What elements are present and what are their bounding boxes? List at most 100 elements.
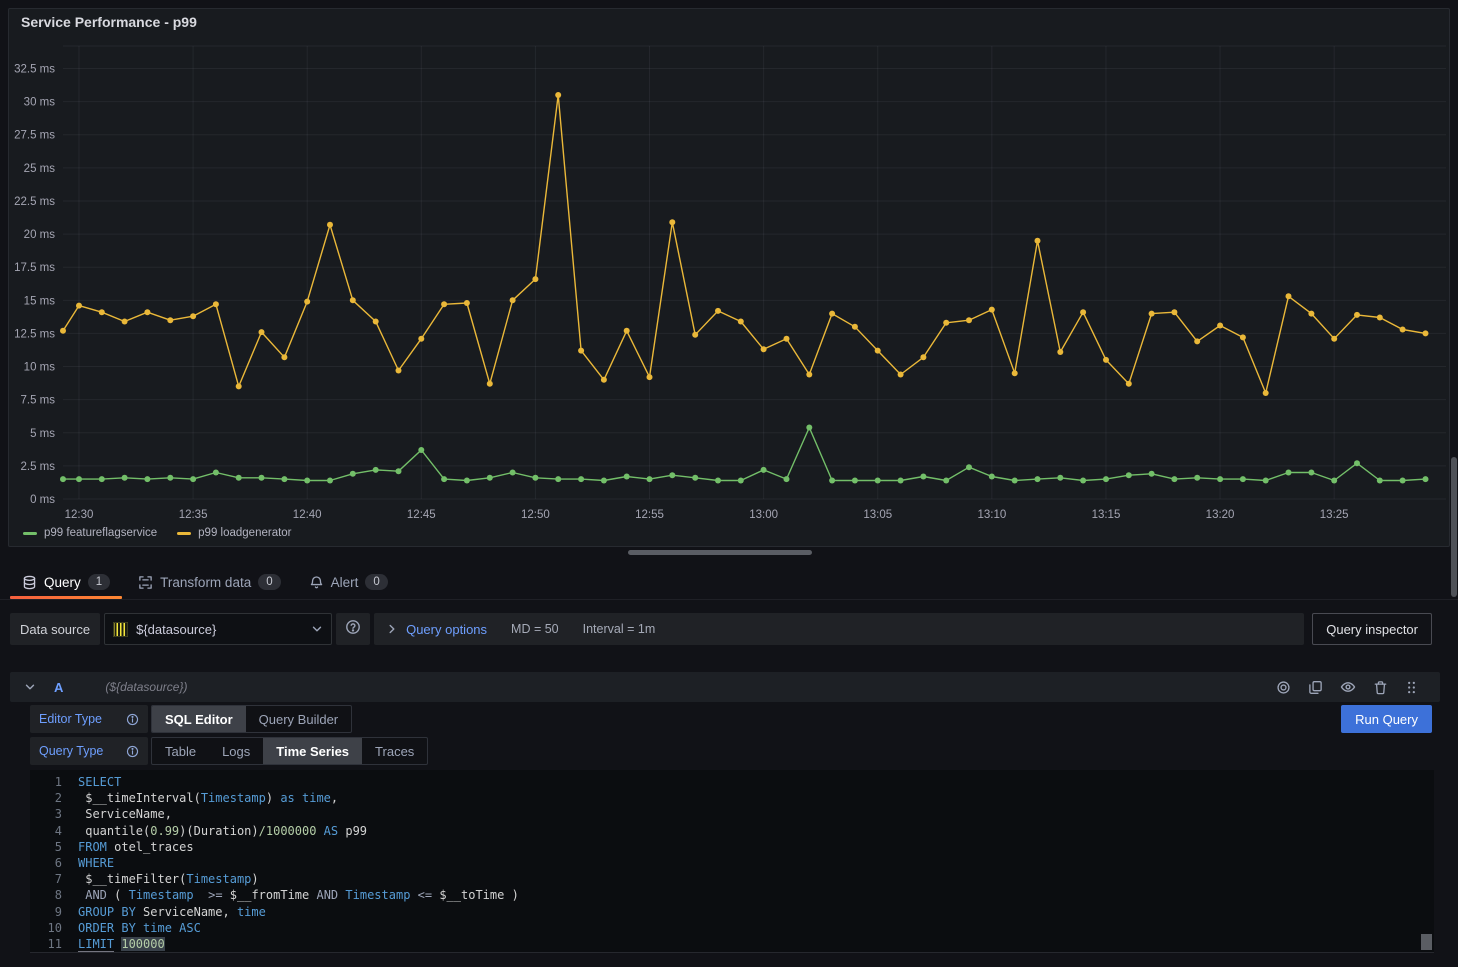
svg-text:22.5 ms: 22.5 ms <box>14 196 55 208</box>
code-text: SELECT <box>78 774 121 790</box>
editor-type-label: Editor Type <box>30 705 148 733</box>
query-row-header: A (${datasource}) <box>10 672 1440 702</box>
code-text: quantile(0.99)(Duration)/1000000 AS p99 <box>78 823 367 839</box>
tab-count-badge: 0 <box>258 574 280 590</box>
code-line-2: 2 $__timeInterval(Timestamp) as time, <box>30 790 1434 806</box>
collapse-query-chevron-icon[interactable] <box>24 681 36 693</box>
editor-type-switcher: SQL EditorQuery Builder <box>151 705 352 733</box>
tab-alert[interactable]: Alert0 <box>295 565 402 599</box>
code-line-3: 3 ServiceName, <box>30 806 1434 822</box>
chevron-down-icon <box>311 623 323 635</box>
code-line-5: 5FROM otel_traces <box>30 839 1434 855</box>
query-type-option-table[interactable]: Table <box>152 738 209 764</box>
line-number: 8 <box>30 887 78 903</box>
tab-count-badge: 0 <box>365 574 387 590</box>
query-tabs: Query 1 Transform data0Alert0 <box>8 565 402 599</box>
code-line-8: 8 AND ( Timestamp >= $__fromTime AND Tim… <box>30 887 1434 903</box>
legend-item-p99-featureflagservice[interactable]: p99 featureflagservice <box>23 527 157 539</box>
record-icon[interactable] <box>1276 680 1291 695</box>
line-number: 5 <box>30 839 78 855</box>
bell-icon <box>309 575 324 590</box>
svg-text:12.5 ms: 12.5 ms <box>14 328 55 340</box>
query-toolbar: Data source ${datasource} Query options … <box>10 613 1432 645</box>
line-number: 1 <box>30 774 78 790</box>
svg-text:12:50: 12:50 <box>521 509 550 521</box>
tab-label: Query <box>44 575 81 590</box>
copy-icon[interactable] <box>1308 680 1323 695</box>
svg-text:12:45: 12:45 <box>407 509 436 521</box>
help-circle-icon <box>345 619 361 640</box>
svg-text:32.5 ms: 32.5 ms <box>14 64 55 76</box>
code-text: $__timeFilter(Timestamp) <box>78 871 259 887</box>
eye-icon[interactable] <box>1340 679 1356 695</box>
timeseries-chart[interactable]: 0 ms2.5 ms5 ms7.5 ms10 ms12.5 ms15 ms17.… <box>9 9 1451 524</box>
code-text: LIMIT 100000 <box>78 936 165 952</box>
svg-text:5 ms: 5 ms <box>30 428 55 440</box>
info-circle-icon[interactable] <box>126 745 139 758</box>
code-text: AND ( Timestamp >= $__fromTime AND Times… <box>78 887 519 903</box>
clickhouse-logo-icon <box>113 622 128 637</box>
line-number: 3 <box>30 806 78 822</box>
query-type-option-traces[interactable]: Traces <box>362 738 427 764</box>
query-type-option-time-series[interactable]: Time Series <box>263 738 362 764</box>
line-number: 4 <box>30 823 78 839</box>
code-text: WHERE <box>78 855 114 871</box>
tab-count-badge: 1 <box>88 574 110 590</box>
datasource-label: Data source <box>10 613 100 645</box>
run-query-button[interactable]: Run Query <box>1341 705 1432 733</box>
svg-text:2.5 ms: 2.5 ms <box>20 461 55 473</box>
editor-type-option-sql-editor[interactable]: SQL Editor <box>152 706 246 732</box>
timeseries-panel: Service Performance - p99 0 ms2.5 ms5 ms… <box>8 8 1450 547</box>
query-inspector-button[interactable]: Query inspector <box>1312 613 1432 645</box>
svg-text:13:10: 13:10 <box>977 509 1006 521</box>
info-circle-icon[interactable] <box>126 713 139 726</box>
query-options-label: Query options <box>406 622 487 637</box>
legend-item-p99-loadgenerator[interactable]: p99 loadgenerator <box>177 527 291 539</box>
code-text: ServiceName, <box>78 806 172 822</box>
sql-code-editor[interactable]: 1SELECT2 $__timeInterval(Timestamp) as t… <box>30 770 1434 953</box>
panel-scroll-handle[interactable] <box>628 550 812 555</box>
datasource-value: ${datasource} <box>136 622 303 637</box>
svg-text:25 ms: 25 ms <box>24 163 56 175</box>
page-scrollbar-thumb[interactable] <box>1451 457 1457 597</box>
line-number: 2 <box>30 790 78 806</box>
code-text: $__timeInterval(Timestamp) as time, <box>78 790 338 806</box>
svg-text:12:55: 12:55 <box>635 509 664 521</box>
code-line-6: 6WHERE <box>30 855 1434 871</box>
transform-icon <box>138 575 153 590</box>
code-editor-scrollbar[interactable] <box>1421 934 1432 950</box>
query-options-toggle[interactable]: Query options MD = 50 Interval = 1m <box>374 613 1304 645</box>
query-type-switcher: TableLogsTime SeriesTraces <box>151 737 428 765</box>
database-icon <box>22 575 37 590</box>
query-ref-id[interactable]: A <box>54 680 63 695</box>
svg-text:13:15: 13:15 <box>1092 509 1121 521</box>
query-type-option-logs[interactable]: Logs <box>209 738 263 764</box>
editor-type-option-query-builder[interactable]: Query Builder <box>246 706 351 732</box>
legend-series-color <box>23 532 37 535</box>
line-number: 7 <box>30 871 78 887</box>
code-line-4: 4 quantile(0.99)(Duration)/1000000 AS p9… <box>30 823 1434 839</box>
svg-text:7.5 ms: 7.5 ms <box>20 395 55 407</box>
line-number: 9 <box>30 904 78 920</box>
svg-text:12:35: 12:35 <box>179 509 208 521</box>
svg-text:27.5 ms: 27.5 ms <box>14 130 55 142</box>
code-line-7: 7 $__timeFilter(Timestamp) <box>30 871 1434 887</box>
drag-handle-icon[interactable] <box>1405 680 1418 695</box>
code-line-9: 9GROUP BY ServiceName, time <box>30 904 1434 920</box>
query-datasource-hint: (${datasource}) <box>105 680 187 694</box>
line-number: 10 <box>30 920 78 936</box>
trash-icon[interactable] <box>1373 680 1388 695</box>
datasource-help-button[interactable] <box>336 613 370 645</box>
code-text: ORDER BY time ASC <box>78 920 201 936</box>
tab-query[interactable]: Query 1 <box>8 565 124 599</box>
code-line-11: 11LIMIT 100000 <box>30 936 1434 952</box>
datasource-picker[interactable]: ${datasource} <box>104 613 332 645</box>
line-number: 6 <box>30 855 78 871</box>
tab-transform-data[interactable]: Transform data0 <box>124 565 294 599</box>
tabs-divider <box>0 599 1458 600</box>
svg-text:13:00: 13:00 <box>749 509 778 521</box>
svg-text:13:05: 13:05 <box>863 509 892 521</box>
svg-text:12:40: 12:40 <box>293 509 322 521</box>
chart-legend: p99 featureflagservice p99 loadgenerator <box>23 527 292 539</box>
code-line-1: 1SELECT <box>30 774 1434 790</box>
